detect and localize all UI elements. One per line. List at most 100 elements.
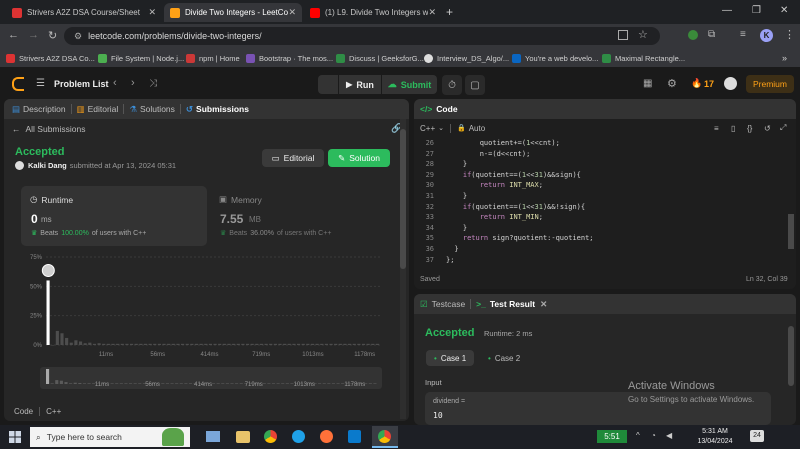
chart-bar[interactable] [329, 343, 333, 345]
chart-bar[interactable] [97, 343, 101, 345]
leetcode-logo-icon[interactable] [12, 77, 24, 91]
browser-tab-striver[interactable]: Strivers A2Z DSA Course/Sheet ✕ [6, 3, 162, 22]
user-marker-avatar[interactable] [41, 263, 55, 277]
chart-bar[interactable] [338, 343, 342, 345]
chart-bar[interactable] [273, 343, 277, 345]
code-line[interactable]: 29 if(quotient==(1<<31)&&sign){ [414, 171, 796, 182]
all-submissions-link[interactable]: ← All Submissions [12, 124, 86, 134]
user-avatar[interactable] [724, 77, 737, 90]
settings-gear-icon[interactable]: ⚙ [667, 77, 677, 90]
chart-bar[interactable] [352, 343, 356, 345]
code-line[interactable]: 26 quotient+=(1<<cnt); [414, 139, 796, 150]
bookmark-item[interactable]: Discuss | GeeksforG... [336, 52, 424, 64]
chart-bar[interactable] [366, 343, 370, 345]
editorial-button[interactable]: ▭ Editorial [262, 149, 324, 167]
close-icon[interactable]: ✕ [540, 299, 547, 310]
clock-time[interactable]: 5:31 AM [690, 428, 740, 435]
firefox-icon[interactable] [320, 430, 333, 443]
bookmark-item[interactable]: Maximal Rectangle... [602, 52, 685, 64]
bookmark-icon[interactable]: ▯ [731, 124, 735, 133]
chart-bar[interactable] [241, 343, 245, 345]
chart-bar[interactable] [190, 343, 194, 345]
chart-bar[interactable] [357, 343, 361, 345]
problem-list-link[interactable]: Problem List [54, 79, 109, 89]
edge-icon[interactable] [292, 430, 305, 443]
chart-bar[interactable] [348, 343, 352, 345]
chart-bar[interactable] [78, 341, 83, 345]
chart-bar[interactable] [278, 343, 282, 345]
chart-bar[interactable] [292, 343, 296, 345]
chevron-down-icon[interactable]: ⌄ [438, 124, 444, 132]
chart-bar[interactable] [148, 343, 152, 345]
shuffle-icon[interactable]: ⤨ [149, 78, 157, 89]
bookmark-item[interactable]: Interview_DS_Algo/... [424, 52, 509, 64]
chart-bar[interactable] [204, 343, 208, 345]
tab-submissions[interactable]: ↺ Submissions [181, 104, 254, 115]
case-1-tab[interactable]: • Case 1 [426, 350, 475, 366]
chart-bar[interactable] [297, 343, 301, 345]
submit-button[interactable]: ☁ Submit [382, 75, 437, 94]
problem-list-icon[interactable]: ☰ [36, 78, 45, 89]
chart-bar[interactable] [171, 343, 175, 345]
code-line[interactable]: 33 return INT_MIN; [414, 213, 796, 224]
chart-bar[interactable] [343, 343, 347, 345]
next-problem-icon[interactable]: › [131, 77, 135, 89]
bookmarks-overflow-icon[interactable]: » [782, 52, 787, 64]
chart-bar[interactable] [176, 343, 180, 345]
code-line[interactable]: 32 if(quotient==(1<<31)&&!sign){ [414, 203, 796, 214]
result-scrollbar[interactable] [788, 316, 794, 421]
chart-bar[interactable] [139, 343, 143, 345]
code-lines[interactable]: 26 quotient+=(1<<cnt); 27 n-=(d<<cnt); 28 … [414, 139, 794, 269]
run-button[interactable]: ▶ Run [339, 75, 381, 94]
chrome-active-taskbar-item[interactable] [372, 426, 398, 448]
username-link[interactable]: Kalki Dang [28, 161, 67, 170]
layout-icon[interactable]: ▦ [643, 78, 652, 89]
scrollbar[interactable] [400, 119, 406, 419]
close-icon[interactable]: ✕ [148, 7, 156, 18]
code-scrollbar[interactable] [788, 139, 794, 269]
memory-card[interactable]: ▣ Memory 7.55 MB ♛ Beats 36.00% of users … [211, 186, 397, 246]
chart-bar[interactable] [259, 343, 264, 345]
chart-bar[interactable] [134, 343, 138, 345]
chart-bar[interactable] [111, 343, 115, 345]
code-scrollbar-thumb[interactable] [788, 214, 794, 249]
translate-icon[interactable] [618, 30, 628, 40]
tray-chevron-icon[interactable]: ^ [636, 431, 640, 440]
chart-bar[interactable] [306, 343, 310, 345]
result-scrollbar-thumb[interactable] [788, 326, 794, 386]
timer-widget[interactable]: 5:51 [597, 430, 627, 443]
browser-tab-leetcode[interactable]: Divide Two Integers - LeetCode ✕ [164, 3, 302, 22]
language-select[interactable]: C++ [420, 124, 435, 133]
tree-widget-icon[interactable] [162, 428, 184, 446]
forward-icon[interactable]: → [28, 29, 39, 41]
chart-bar[interactable] [116, 343, 120, 345]
reload-icon[interactable]: ↻ [48, 29, 57, 42]
chart-bar[interactable] [167, 343, 171, 345]
chart-bar[interactable] [371, 343, 375, 345]
chart-overview-brush[interactable]: 11ms 56ms 414ms 719ms 1013ms 1178ms [40, 367, 382, 389]
close-icon[interactable]: ✕ [288, 7, 296, 18]
chrome-icon[interactable] [264, 430, 277, 443]
restore-icon[interactable]: ❐ [752, 5, 761, 16]
bookmark-item[interactable]: File System | Node.j... [98, 52, 184, 64]
chart-bar[interactable] [232, 343, 236, 345]
chart-bar[interactable] [320, 343, 324, 345]
chart-bar[interactable] [334, 343, 338, 345]
extension-icon[interactable] [688, 30, 698, 40]
code-line[interactable]: 37}; [414, 256, 796, 267]
chart-bar[interactable] [375, 343, 379, 345]
runtime-card[interactable]: ◷ Runtime 0 ms ♛ Beats 100.00% of users w… [21, 186, 207, 246]
tab-list-icon[interactable]: ≡ [740, 29, 746, 40]
bookmark-item[interactable]: npm | Home [186, 52, 240, 64]
notes-icon[interactable]: ▢ [465, 75, 485, 95]
minimize-icon[interactable]: — [722, 5, 732, 16]
volume-icon[interactable]: ◀ [666, 431, 672, 440]
chart-bar[interactable] [222, 343, 226, 345]
bookmark-item[interactable]: Strivers A2Z DSA Co... [6, 52, 95, 64]
code-line[interactable]: 35 return sign?quotient:-quotient; [414, 234, 796, 245]
prev-problem-icon[interactable]: ‹ [113, 77, 117, 89]
tab-test-result[interactable]: >_ Test Result ✕ [471, 299, 552, 310]
chart-bar[interactable] [250, 343, 254, 345]
chart-bar[interactable] [255, 343, 259, 345]
chart-bar[interactable] [157, 343, 161, 345]
